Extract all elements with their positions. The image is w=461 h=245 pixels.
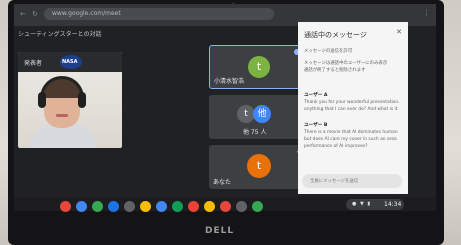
browser-menu-icon[interactable]: ⋮ (423, 9, 430, 17)
chat-input-placeholder: 全員にメッセージを送信 (310, 179, 359, 184)
participant-tile-self[interactable]: t ✓ あなた (209, 145, 305, 189)
files-icon[interactable] (76, 201, 87, 212)
chat-message-2a: There is a movie that Al dominates human (304, 130, 398, 135)
dell-logo: DELL (205, 226, 235, 236)
self-name: あなた (213, 179, 232, 186)
chat-notice-1: メッセージの送信を許可 (304, 49, 353, 54)
sheets-icon[interactable] (172, 201, 183, 212)
headset-left-cup (38, 92, 46, 108)
participant-tile-others[interactable]: t 他 他 75 人 (209, 95, 305, 139)
keep-icon[interactable] (204, 201, 215, 212)
calendar-icon[interactable] (156, 201, 167, 212)
url-text: www.google.com/meet (52, 10, 121, 17)
back-arrow-icon[interactable]: ← (20, 11, 27, 18)
classroom-icon[interactable] (252, 201, 263, 212)
close-icon[interactable]: ✕ (396, 28, 402, 36)
gmail-icon[interactable] (220, 201, 231, 212)
chat-notice-2: メッセージは通話中のユーザーにのみ表示 (304, 61, 388, 66)
laptop-screen: ← ↻ www.google.com/meet ⋮ シューティングスターとの対話… (14, 4, 436, 207)
headset-right-cup (78, 92, 86, 108)
meeting-title: シューティングスターとの対話 (18, 31, 102, 38)
chat-message-1a: Thank you for your wonderful presentatio… (304, 100, 400, 105)
speaker-label: 発表者 (24, 60, 43, 67)
chat-message-2b: but does AI care my cover in such an are… (304, 137, 397, 142)
camera-icon[interactable] (124, 201, 135, 212)
docs-icon[interactable] (108, 201, 119, 212)
reload-icon[interactable]: ↻ (32, 11, 39, 18)
participant-avatar-right: 他 (253, 105, 271, 123)
youtube-icon[interactable] (188, 201, 199, 212)
self-avatar: t (247, 154, 271, 178)
meet-icon[interactable] (92, 201, 103, 212)
chat-panel: 通話中のメッセージ ✕ メッセージの送信を許可 メッセージは通話中のユーザーにの… (298, 22, 408, 194)
chat-message-2c: performance of AI improves? (304, 144, 368, 149)
chat-sender-1: ユーザー A (304, 93, 328, 98)
chat-sender-2: ユーザー B (304, 123, 328, 128)
tray-icons: ● ▼ ▮ (352, 201, 372, 207)
presenter-video[interactable]: 発表者 NASA (18, 52, 122, 148)
nasa-logo-text: NASA (62, 59, 78, 65)
presenter-mouth (56, 114, 68, 117)
participant-tile-1[interactable]: t 小清水智浩 (209, 45, 305, 89)
chrome-icon[interactable] (60, 201, 71, 212)
settings-icon[interactable] (236, 201, 247, 212)
participant-avatar: t (248, 56, 270, 78)
chat-title: 通話中のメッセージ (304, 31, 367, 39)
chat-notice-3: 通話が終了すると削除されます (304, 68, 366, 73)
participant-count: 他 75 人 (243, 129, 267, 136)
chat-message-1b: anything that I can ever do? And what is… (304, 107, 398, 112)
video-banner: 発表者 NASA (18, 52, 122, 72)
participant-name: 小清水智浩 (214, 78, 245, 85)
meeting-header: シューティングスターとの対話 (14, 26, 304, 40)
slides-icon[interactable] (140, 201, 151, 212)
clock: 14:34 (384, 201, 402, 208)
